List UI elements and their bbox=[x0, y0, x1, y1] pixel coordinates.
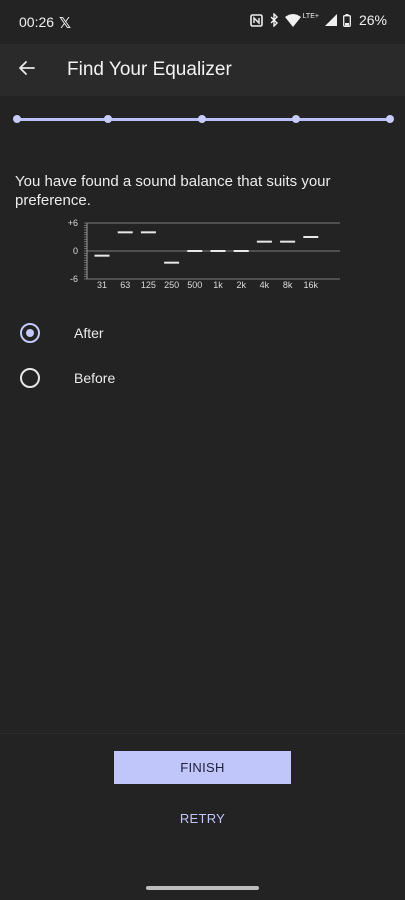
nfc-icon bbox=[249, 13, 263, 27]
status-icons: LTE+ 26% bbox=[249, 12, 387, 28]
x-tick-label: 125 bbox=[141, 280, 156, 290]
finish-button[interactable]: FINISH bbox=[114, 751, 291, 784]
x-tick-label: 16k bbox=[304, 280, 319, 290]
progress-step-dot bbox=[104, 115, 112, 123]
option-before[interactable]: Before bbox=[20, 363, 360, 393]
back-button[interactable] bbox=[13, 56, 41, 84]
bottom-divider bbox=[0, 733, 405, 734]
bluetooth-icon bbox=[269, 13, 279, 27]
equalizer-chart: +6 0 -6 31 63 125 250 500 1k 2k 4k 8k 16k bbox=[60, 216, 350, 296]
retry-button[interactable]: RETRY bbox=[150, 806, 255, 830]
arrow-back-icon bbox=[18, 59, 36, 82]
network-type: LTE+ bbox=[302, 12, 319, 20]
x-tick-label: 63 bbox=[120, 280, 130, 290]
battery-icon bbox=[343, 13, 351, 27]
progress-step-dot bbox=[386, 115, 394, 123]
radio-selected-dot bbox=[26, 329, 34, 337]
page-title: Find Your Equalizer bbox=[67, 59, 232, 80]
progress-step-dot bbox=[198, 115, 206, 123]
battery-percentage: 26% bbox=[358, 12, 387, 28]
x-tick-label: 500 bbox=[187, 280, 202, 290]
status-time: 00:26 bbox=[19, 14, 55, 30]
x-tick-label: 31 bbox=[97, 280, 107, 290]
option-before-label: Before bbox=[74, 370, 116, 386]
radio-after[interactable] bbox=[20, 323, 40, 343]
progress-step-dot bbox=[13, 115, 21, 123]
result-message: You have found a sound balance that suit… bbox=[15, 173, 331, 209]
x-tick-label: 250 bbox=[164, 280, 179, 290]
step-progress-bar bbox=[13, 114, 394, 126]
x-app-icon: 𝕏 bbox=[59, 15, 72, 32]
radio-before[interactable] bbox=[20, 368, 40, 388]
home-indicator[interactable] bbox=[146, 886, 259, 890]
progress-step-dot bbox=[292, 115, 300, 123]
wifi-icon bbox=[284, 13, 301, 27]
status-bar: 00:26 𝕏 LTE+ 26% bbox=[0, 0, 405, 44]
x-tick-label: 8k bbox=[283, 280, 293, 290]
equalizer-chart-svg: +6 0 -6 31 63 125 250 500 1k 2k 4k 8k 16k bbox=[68, 218, 340, 290]
x-tick-label: 1k bbox=[213, 280, 223, 290]
cell-signal-icon bbox=[324, 14, 337, 26]
y-tick-label: +6 bbox=[68, 218, 78, 228]
x-tick-label: 4k bbox=[260, 280, 270, 290]
x-tick-label: 2k bbox=[236, 280, 246, 290]
y-tick-label: -6 bbox=[70, 274, 78, 284]
y-tick-label: 0 bbox=[73, 246, 78, 256]
option-after[interactable]: After bbox=[20, 318, 360, 348]
option-after-label: After bbox=[74, 325, 104, 341]
app-bar: Find Your Equalizer bbox=[0, 44, 405, 96]
